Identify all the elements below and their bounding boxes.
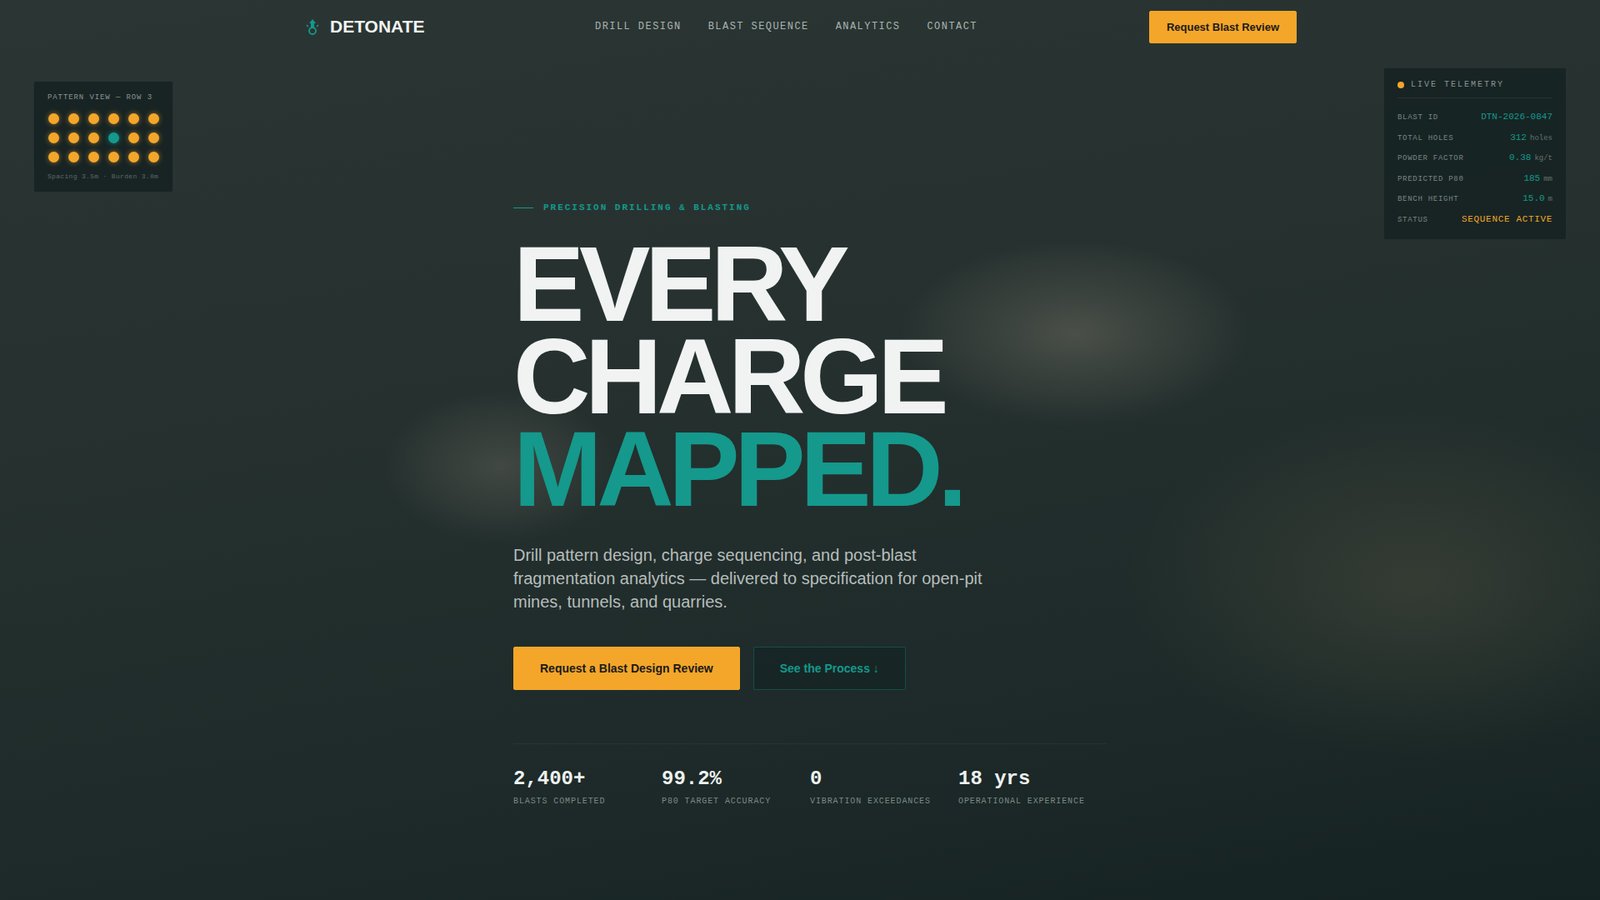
telemetry-label: BLAST ID: [1397, 113, 1439, 122]
nav-link[interactable]: DRILL DESIGN: [595, 20, 682, 33]
stat: 99.2% P80 TARGET ACCURACY: [661, 767, 810, 806]
stat-value: 0: [810, 767, 959, 790]
telemetry-value: 312: [1510, 132, 1527, 143]
brand-name: DETONATE: [330, 16, 425, 37]
subtitle: Drill pattern design, charge sequencing,…: [513, 543, 997, 614]
telemetry-label: STATUS: [1397, 215, 1429, 225]
hole-dot: [48, 151, 60, 163]
brand[interactable]: DETONATE: [303, 16, 595, 37]
top-nav: DETONATE DRILL DESIGN BLAST SEQUENCE ANALYT…: [303, 0, 1297, 54]
stats: 2,400+ BLASTS COMPLETED 99.2% P80 TARGET AC…: [513, 743, 1107, 806]
headline-line: EVERY: [513, 237, 1600, 330]
telemetry-row: STATUS SEQUENCE ACTIVE: [1397, 205, 1553, 227]
telemetry-title: LIVE TELEMETRY: [1397, 80, 1553, 99]
hole-dot: [88, 151, 100, 163]
stat-value: 2,400+: [513, 767, 662, 790]
page: DETONATE DRILL DESIGN BLAST SEQUENCE ANALYT…: [0, 0, 1600, 900]
telemetry-label: POWDER FACTOR: [1397, 154, 1465, 163]
nav-link[interactable]: ANALYTICS: [835, 20, 901, 33]
telemetry-unit: mm: [1543, 175, 1553, 184]
stat-value: 99.2%: [661, 767, 810, 790]
hole-dot: [108, 151, 120, 163]
hole-dot: [108, 132, 120, 144]
headline-accent: MAPPED.: [513, 422, 1600, 515]
telemetry-unit: holes: [1530, 134, 1553, 143]
pattern-panel: PATTERN VIEW — ROW 3 Spacing 3.5m · Burde…: [33, 80, 174, 193]
telemetry-label: PREDICTED P80: [1397, 175, 1465, 184]
hole-grid: [48, 113, 160, 163]
nav-links: DRILL DESIGN BLAST SEQUENCE ANALYTICS CONTA…: [595, 20, 1150, 33]
pattern-footer: Spacing 3.5m · Burden 3.0m: [47, 172, 160, 180]
telemetry-row: BLAST ID DTN-2026-0847: [1397, 103, 1553, 125]
process-button[interactable]: See the Process ↓: [753, 646, 906, 690]
headline-line: CHARGE: [513, 330, 1600, 423]
nav-link[interactable]: CONTACT: [926, 20, 978, 33]
telemetry-label: BENCH HEIGHT: [1397, 195, 1459, 204]
telemetry-value: SEQUENCE ACTIVE: [1461, 214, 1553, 225]
hole-dot: [108, 113, 120, 125]
stat-label: OPERATIONAL EXPERIENCE: [958, 796, 1107, 806]
stat-label: VIBRATION EXCEEDANCES: [810, 796, 959, 806]
telemetry-panel: LIVE TELEMETRY BLAST ID DTN-2026-0847 TOTAL…: [1383, 67, 1567, 240]
stat: 18 yrs OPERATIONAL EXPERIENCE: [958, 767, 1107, 806]
telemetry-value: 0.38: [1509, 152, 1531, 163]
telemetry-row: TOTAL HOLES 312holes: [1397, 124, 1553, 145]
hero-actions: Request a Blast Design Review See the Pro…: [513, 646, 1600, 690]
stat-value: 18 yrs: [958, 767, 1107, 790]
telemetry-value: DTN-2026-0847: [1480, 111, 1553, 122]
telemetry-unit: m: [1548, 195, 1553, 204]
hero: PRECISION DRILLING & BLASTINGEVERYCHARGE…: [0, 53, 1600, 806]
pattern-title: PATTERN VIEW — ROW 3: [47, 93, 160, 102]
hole-dot: [148, 132, 160, 144]
telemetry-row: POWDER FACTOR 0.38kg/t: [1397, 144, 1553, 165]
telemetry-value: 15.0: [1522, 193, 1545, 204]
telemetry-row: BENCH HEIGHT 15.0m: [1397, 185, 1553, 206]
hole-dot: [128, 132, 140, 144]
telemetry-label: TOTAL HOLES: [1397, 134, 1454, 143]
live-dot: [1397, 81, 1405, 89]
stat: 0 VIBRATION EXCEEDANCES: [810, 767, 959, 806]
hole-dot: [128, 113, 140, 125]
hole-dot: [128, 151, 140, 163]
hole-dot: [48, 132, 60, 144]
hole-dot: [68, 132, 80, 144]
hole-dot: [148, 151, 160, 163]
stat: 2,400+ BLASTS COMPLETED: [513, 767, 662, 806]
telemetry-value: 185: [1523, 173, 1540, 184]
logo-icon: [303, 17, 322, 36]
request-review-button[interactable]: Request Blast Review: [1149, 10, 1297, 44]
nav-link[interactable]: BLAST SEQUENCE: [708, 20, 810, 33]
hole-dot: [88, 132, 100, 144]
hole-dot: [48, 113, 60, 125]
hole-dot: [68, 151, 80, 163]
telemetry-row: PREDICTED P80 185mm: [1397, 165, 1553, 186]
telemetry-unit: kg/t: [1534, 154, 1553, 163]
hole-dot: [88, 113, 100, 125]
primary-button[interactable]: Request a Blast Design Review: [513, 646, 740, 690]
hole-dot: [68, 113, 80, 125]
headline: EVERYCHARGEMAPPED.: [513, 237, 1600, 515]
stat-label: P80 TARGET ACCURACY: [661, 796, 810, 806]
hole-dot: [148, 113, 160, 125]
stat-label: BLASTS COMPLETED: [513, 796, 662, 806]
